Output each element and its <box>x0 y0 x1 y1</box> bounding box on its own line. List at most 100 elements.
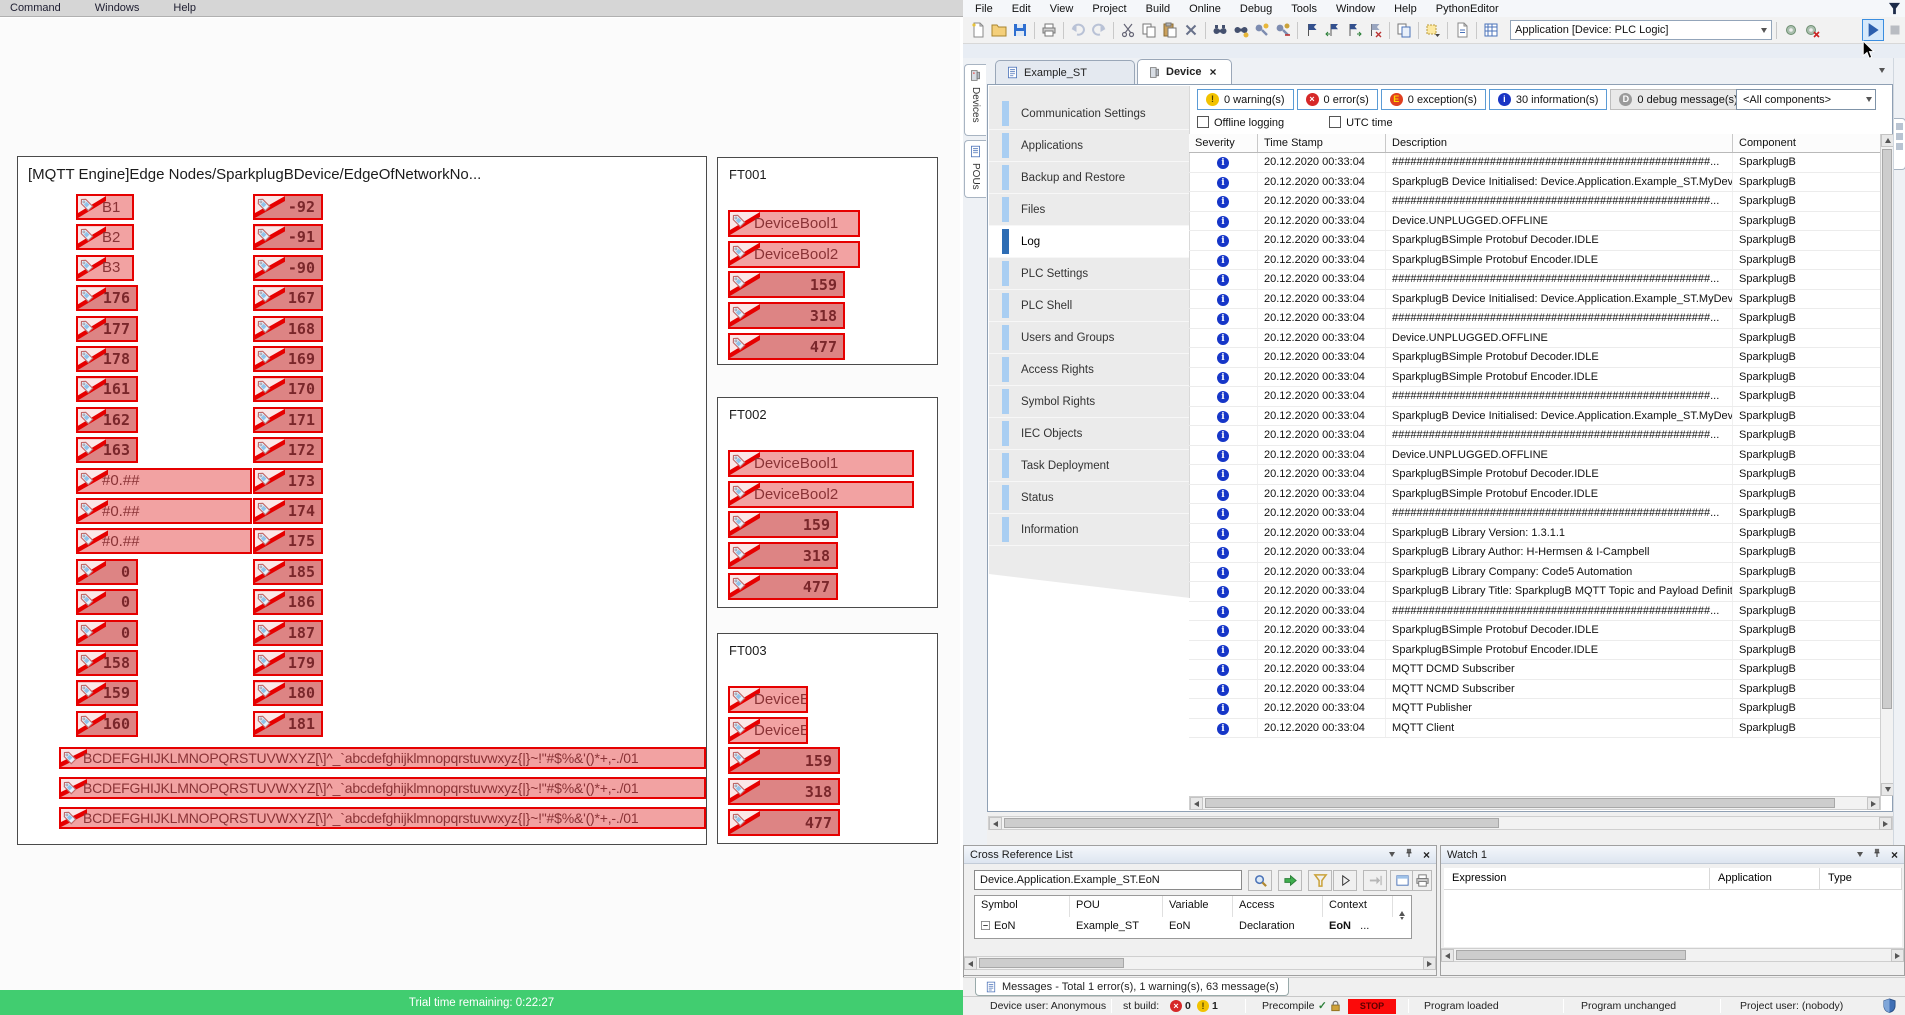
insert-grid-icon[interactable] <box>1481 20 1501 40</box>
menu-item-window[interactable]: Window <box>1336 3 1375 15</box>
collapse-icon[interactable] <box>981 921 990 930</box>
menu-item-file[interactable]: File <box>975 3 993 15</box>
log-row[interactable]: i20.12.2020 00:33:04SparkplugBSimple Pro… <box>1189 368 1881 388</box>
watch-header[interactable]: Expression Application Type <box>1444 868 1902 890</box>
log-row[interactable]: i20.12.2020 00:33:04SparkplugBSimple Pro… <box>1189 348 1881 368</box>
panel-menu-chevron-icon[interactable] <box>1389 852 1395 857</box>
debug-filter-button[interactable]: D0 debug message(s) <box>1610 89 1746 110</box>
col-application[interactable]: Application <box>1710 868 1820 889</box>
col-symbol[interactable]: Symbol <box>975 896 1070 917</box>
search-button[interactable] <box>1248 870 1272 891</box>
cross-reference-search-input[interactable]: Device.Application.Example_ST.EoN <box>974 870 1242 890</box>
messages-tab[interactable]: Messages - Total 1 error(s), 1 warning(s… <box>975 978 1289 996</box>
log-row[interactable]: i20.12.2020 00:33:04SparkplugB Device In… <box>1189 173 1881 193</box>
scroll-down-icon[interactable] <box>1399 917 1405 932</box>
close-icon[interactable]: × <box>1891 848 1898 862</box>
send-to-editor-button[interactable] <box>1390 870 1414 891</box>
menu-item-view[interactable]: View <box>1050 3 1074 15</box>
menu-item-edit[interactable]: Edit <box>1012 3 1031 15</box>
cross-reference-hscrollbar[interactable] <box>964 956 1436 970</box>
pin-icon[interactable] <box>1872 848 1882 861</box>
replace-next-icon[interactable] <box>1273 20 1293 40</box>
box-selection-icon[interactable] <box>1423 20 1443 40</box>
nav-item-iec-objects[interactable]: IEC Objects <box>989 418 1189 450</box>
tab-close-icon[interactable]: × <box>1209 65 1216 79</box>
col-description[interactable]: Description <box>1386 134 1733 152</box>
copy-special-icon[interactable] <box>1394 20 1414 40</box>
log-row[interactable]: i20.12.2020 00:33:04MQTT ClientSparkplug… <box>1189 719 1881 739</box>
log-row[interactable]: i20.12.2020 00:33:04SparkplugB Library T… <box>1189 582 1881 602</box>
col-access[interactable]: Access <box>1233 896 1323 917</box>
watch-titlebar[interactable]: Watch 1 × <box>1441 846 1904 864</box>
jump-button[interactable] <box>1363 870 1387 891</box>
scroll-thumb[interactable] <box>1004 818 1499 828</box>
bookmark-next-icon[interactable] <box>1344 20 1364 40</box>
undo-icon[interactable] <box>1068 20 1088 40</box>
save-project-icon[interactable] <box>1010 20 1030 40</box>
close-icon[interactable]: × <box>1423 848 1430 862</box>
log-row[interactable]: i20.12.2020 00:33:04####################… <box>1189 192 1881 212</box>
nav-item-log[interactable]: Log <box>989 226 1189 258</box>
copy-icon[interactable] <box>1139 20 1159 40</box>
right-dock-tab[interactable] <box>1894 118 1905 170</box>
bookmark-toggle-icon[interactable] <box>1302 20 1322 40</box>
find-next-icon[interactable] <box>1231 20 1251 40</box>
log-row[interactable]: i20.12.2020 00:33:04MQTT PublisherSparkp… <box>1189 699 1881 719</box>
log-row[interactable]: i20.12.2020 00:33:04####################… <box>1189 504 1881 524</box>
menu-item-build[interactable]: Build <box>1146 3 1170 15</box>
start-button[interactable] <box>1862 19 1884 41</box>
log-row[interactable]: i20.12.2020 00:33:04####################… <box>1189 309 1881 329</box>
log-row[interactable]: i20.12.2020 00:33:04Device.UNPLUGGED.OFF… <box>1189 446 1881 466</box>
log-row[interactable]: i20.12.2020 00:33:04SparkplugBSimple Pro… <box>1189 465 1881 485</box>
col-pou[interactable]: POU <box>1070 896 1163 917</box>
stop-button[interactable] <box>1885 20 1905 40</box>
exception-filter-button[interactable]: E0 exception(s) <box>1381 89 1486 110</box>
login-icon[interactable] <box>1781 20 1801 40</box>
log-row[interactable]: i20.12.2020 00:33:04SparkplugB Library A… <box>1189 543 1881 563</box>
tab-list-chevron-icon[interactable] <box>1879 68 1885 73</box>
col-variable[interactable]: Variable <box>1163 896 1233 917</box>
utc-time-checkbox[interactable]: UTC time <box>1329 116 1392 129</box>
log-row[interactable]: i20.12.2020 00:33:04SparkplugBSimple Pro… <box>1189 251 1881 271</box>
menu-item-help[interactable]: Help <box>173 2 196 14</box>
log-row[interactable]: i20.12.2020 00:33:04SparkplugB Device In… <box>1189 407 1881 427</box>
cross-reference-titlebar[interactable]: Cross Reference List × <box>964 846 1436 864</box>
log-table-header[interactable]: Severity Time Stamp Description Componen… <box>1189 134 1881 153</box>
menu-item-debug[interactable]: Debug <box>1240 3 1272 15</box>
nav-item-task-deployment[interactable]: Task Deployment <box>989 450 1189 482</box>
filter-button[interactable] <box>1308 870 1332 891</box>
cross-reference-header[interactable]: Symbol POU Variable Access Context <box>975 896 1411 917</box>
scroll-thumb[interactable] <box>1456 950 1686 960</box>
menu-item-windows[interactable]: Windows <box>95 2 140 14</box>
paste-icon[interactable] <box>1160 20 1180 40</box>
new-file-icon[interactable] <box>968 20 988 40</box>
col-type[interactable]: Type <box>1820 868 1902 889</box>
panel-menu-chevron-icon[interactable] <box>1857 852 1863 857</box>
devices-dock-tab[interactable]: Devices <box>964 64 986 136</box>
log-row[interactable]: i20.12.2020 00:33:04Device.UNPLUGGED.OFF… <box>1189 212 1881 232</box>
filter-funnel-icon[interactable] <box>1888 2 1901 15</box>
error-filter-button[interactable]: ×0 error(s) <box>1297 89 1378 110</box>
log-row[interactable]: i20.12.2020 00:33:04SparkplugBSimple Pro… <box>1189 621 1881 641</box>
replace-icon[interactable] <box>1252 20 1272 40</box>
log-row[interactable]: i20.12.2020 00:33:04SparkplugB Library V… <box>1189 524 1881 544</box>
log-row[interactable]: i20.12.2020 00:33:04MQTT NCMD Subscriber… <box>1189 680 1881 700</box>
nav-item-users-and-groups[interactable]: Users and Groups <box>989 322 1189 354</box>
pin-icon[interactable] <box>1404 848 1414 861</box>
nav-item-plc-settings[interactable]: PLC Settings <box>989 258 1189 290</box>
offline-logging-checkbox[interactable]: Offline logging <box>1197 116 1284 129</box>
print-icon[interactable] <box>1039 20 1059 40</box>
menu-item-online[interactable]: Online <box>1189 3 1221 15</box>
page-horizontal-scrollbar[interactable] <box>988 816 1893 830</box>
new-window-icon[interactable] <box>1452 20 1472 40</box>
log-row[interactable]: i20.12.2020 00:33:04SparkplugB Library C… <box>1189 563 1881 583</box>
nav-item-access-rights[interactable]: Access Rights <box>989 354 1189 386</box>
col-severity[interactable]: Severity <box>1189 134 1258 152</box>
scroll-thumb[interactable] <box>979 958 1124 968</box>
log-row[interactable]: i20.12.2020 00:33:04####################… <box>1189 602 1881 622</box>
col-timestamp[interactable]: Time Stamp <box>1258 134 1386 152</box>
tab-example-st[interactable]: Example_ST <box>995 60 1135 84</box>
nav-item-communication-settings[interactable]: Communication Settings <box>989 98 1189 130</box>
menu-item-command[interactable]: Command <box>10 2 61 14</box>
menu-item-project[interactable]: Project <box>1092 3 1126 15</box>
